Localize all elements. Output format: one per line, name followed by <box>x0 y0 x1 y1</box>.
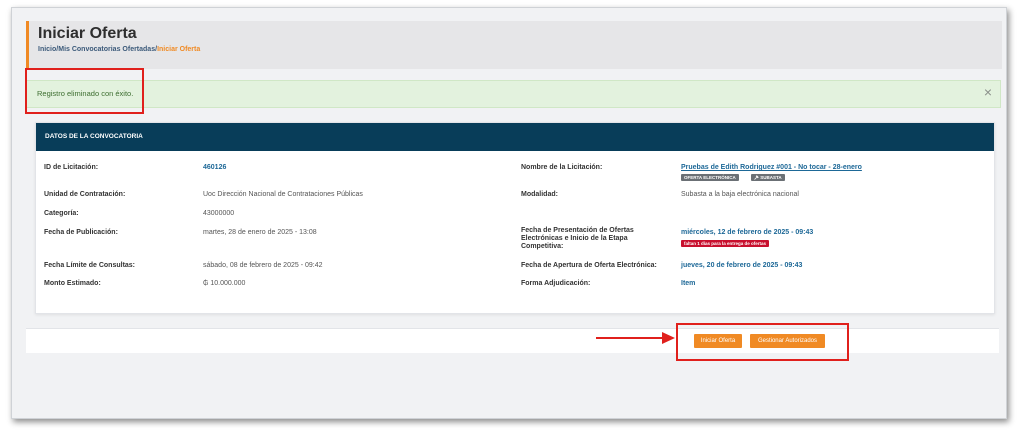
highlight-box-actions <box>676 323 849 361</box>
breadcrumb-home-link[interactable]: Inicio <box>38 46 56 53</box>
gavel-icon <box>754 175 759 180</box>
field-value-adjudicacion: Item <box>681 280 696 287</box>
highlight-box-alert <box>25 68 144 114</box>
app-window: Iniciar Oferta Inicio/Mis Convocatorias … <box>11 7 1007 419</box>
field-label-id: ID de Licitación: <box>44 164 99 171</box>
field-value-categoria: 43000000 <box>203 210 235 217</box>
annotation-arrow-icon <box>596 332 675 344</box>
field-value-monto: ₲ 10.000.000 <box>203 280 246 287</box>
field-label-adjudicacion: Forma Adjudicación: <box>521 280 591 287</box>
success-alert: Registro eliminado con éxito. × <box>26 80 1001 108</box>
field-value-unidad: Uoc Dirección Nacional de Contrataciones… <box>203 191 363 198</box>
breadcrumb: Inicio/Mis Convocatorias Ofertadas/Inici… <box>38 46 200 53</box>
close-icon[interactable]: × <box>984 85 992 99</box>
tag-oferta-electronica: OFERTA ELECTRÓNICA <box>681 174 739 181</box>
card-title: DATOS DE LA CONVOCATORIA <box>45 133 143 140</box>
field-label-apertura: Fecha de Apertura de Oferta Electrónica: <box>521 262 657 269</box>
field-value-id[interactable]: 460126 <box>203 164 226 171</box>
tag-subasta: SUBASTA <box>751 174 785 181</box>
page-title: Iniciar Oferta <box>38 25 137 42</box>
tag-subasta-label: SUBASTA <box>760 175 782 180</box>
deadline-badge: faltan 1 días para la entrega de ofertas <box>681 240 770 247</box>
field-label-unidad: Unidad de Contratación: <box>44 191 126 198</box>
field-value-apertura: jueves, 20 de febrero de 2025 - 09:43 <box>681 262 803 269</box>
breadcrumb-current: Iniciar Oferta <box>157 46 201 53</box>
page-header: Iniciar Oferta Inicio/Mis Convocatorias … <box>26 21 1002 69</box>
field-value-publicacion: martes, 28 de enero de 2025 - 13:08 <box>203 229 317 236</box>
action-bar <box>26 328 999 353</box>
field-value-modalidad: Subasta a la baja electrónica nacional <box>681 191 799 198</box>
field-label-monto: Monto Estimado: <box>44 280 101 287</box>
field-value-consultas: sábado, 08 de febrero de 2025 - 09:42 <box>203 262 323 269</box>
field-value-presentacion: miércoles, 12 de febrero de 2025 - 09:43 <box>681 229 814 236</box>
field-label-consultas: Fecha Límite de Consultas: <box>44 262 136 269</box>
field-label-presentacion: Fecha de Presentación de Ofertas Electró… <box>521 227 634 250</box>
field-value-nombre[interactable]: Pruebas de Edith Rodriguez #001 - No toc… <box>681 164 862 171</box>
breadcrumb-parent-link[interactable]: Mis Convocatorias Ofertadas <box>58 46 155 53</box>
field-label-nombre: Nombre de la Licitación: <box>521 164 603 171</box>
field-label-categoria: Categoría: <box>44 210 79 217</box>
field-label-publicacion: Fecha de Publicación: <box>44 229 118 236</box>
field-label-modalidad: Modalidad: <box>521 191 558 198</box>
card-header: DATOS DE LA CONVOCATORIA <box>36 123 994 151</box>
convocatoria-card: DATOS DE LA CONVOCATORIA ID de Licitació… <box>35 122 995 314</box>
